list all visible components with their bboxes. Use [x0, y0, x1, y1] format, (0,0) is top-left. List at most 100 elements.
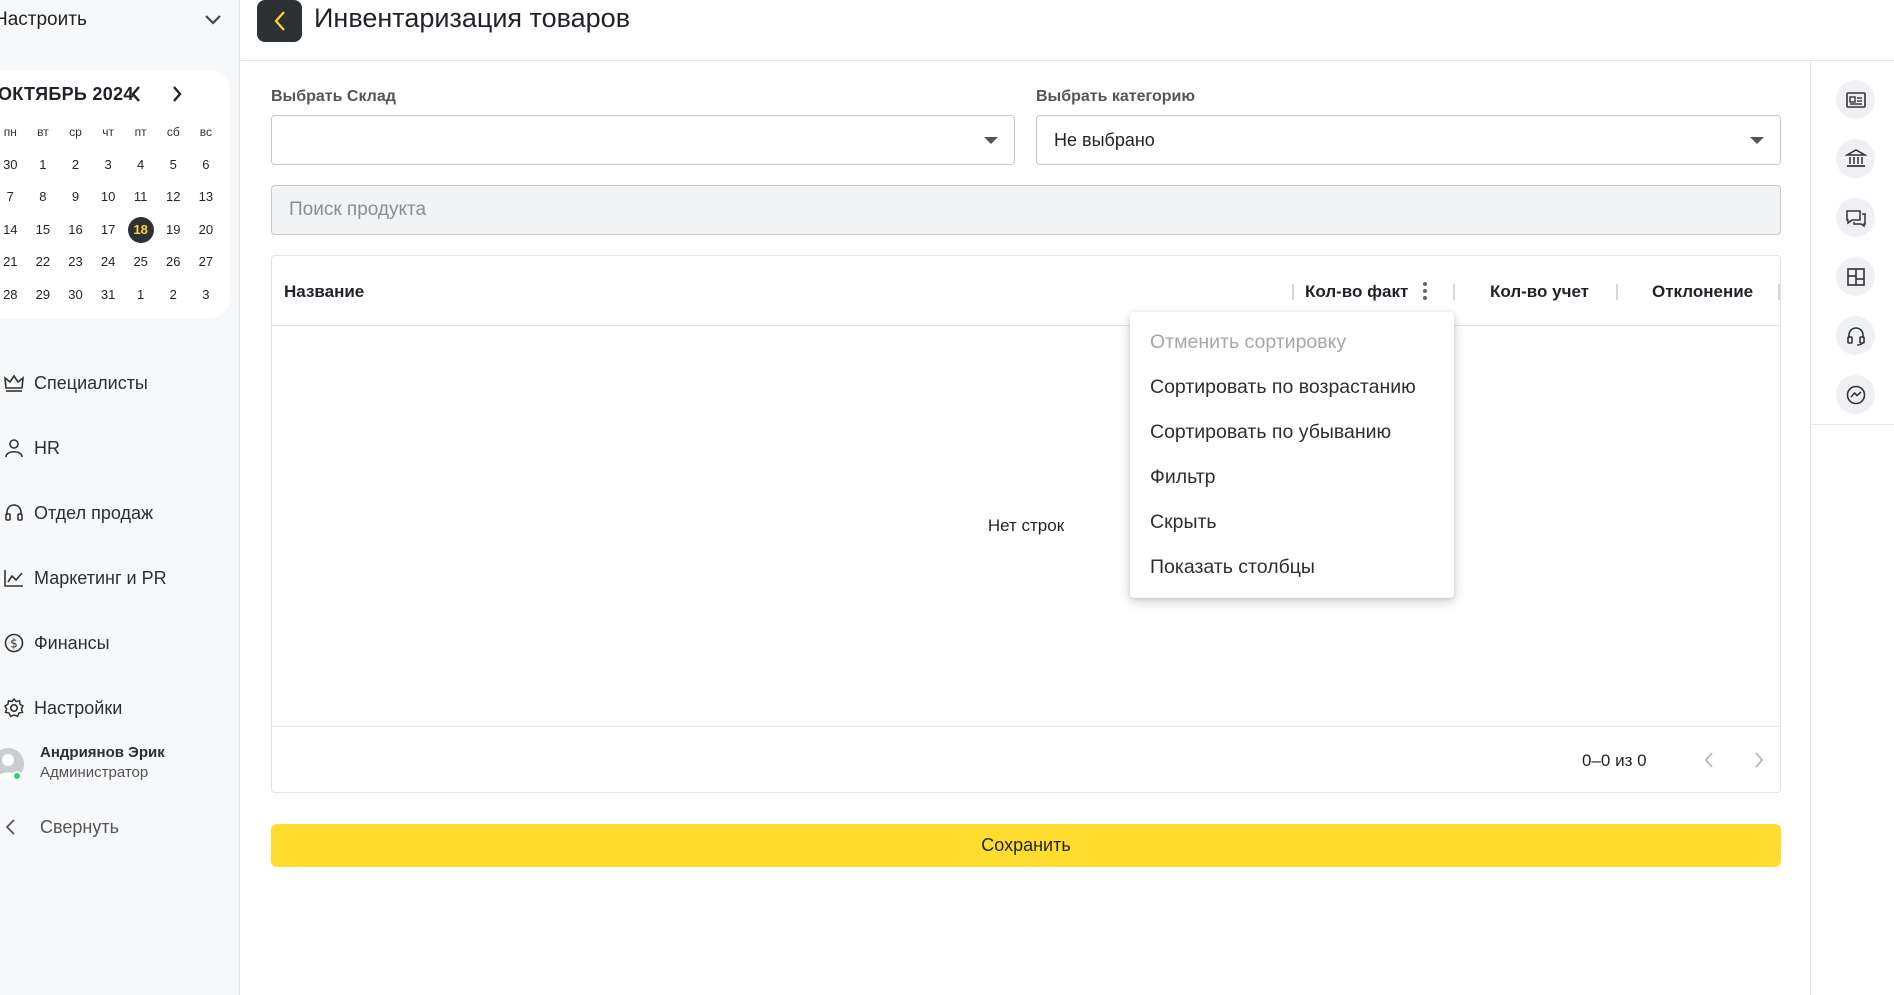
product-search-input[interactable] [271, 185, 1781, 235]
column-header-qty-fact[interactable]: Кол-во факт [1305, 282, 1408, 302]
user-profile[interactable]: Андриянов Эрик Администратор [0, 740, 230, 786]
column-separator[interactable] [1292, 284, 1294, 300]
calendar-day[interactable]: 1 [27, 152, 60, 178]
calendar-day[interactable]: 9 [59, 184, 92, 210]
calendar-day[interactable]: 4 [124, 152, 157, 178]
chevron-right-icon [173, 86, 182, 102]
sidebar-item-label: Маркетинг и PR [34, 567, 167, 588]
sidebar-item-4[interactable]: $ Финансы [0, 626, 230, 660]
avatar [0, 744, 26, 782]
calendar-day[interactable]: 31 [92, 282, 125, 308]
id-card-icon [1845, 91, 1866, 108]
calendar-day[interactable]: 2 [59, 152, 92, 178]
chevron-left-icon [131, 86, 140, 102]
next-page-button[interactable] [1746, 747, 1772, 773]
back-button[interactable] [257, 0, 302, 42]
user-icon [0, 434, 28, 462]
calendar-day[interactable]: 6 [190, 152, 223, 178]
calendar-week: 21 22 23 24 25 26 27 [0, 246, 224, 279]
calendar-day[interactable]: 25 [124, 249, 157, 275]
messenger-button[interactable] [1836, 375, 1875, 414]
bank-button[interactable] [1836, 139, 1875, 178]
column-separator[interactable] [1778, 284, 1780, 300]
calendar-day[interactable]: 14 [0, 217, 27, 243]
calendar-day[interactable]: 5 [157, 152, 190, 178]
calendar-day[interactable]: 3 [190, 282, 223, 308]
calendar-next-button[interactable] [166, 82, 188, 106]
column-header-name[interactable]: Название [284, 282, 364, 302]
online-status-dot [12, 771, 22, 781]
support-button[interactable] [1836, 316, 1875, 355]
sidebar-item-5[interactable]: Настройки [0, 691, 230, 725]
calendar-day[interactable]: 8 [27, 184, 60, 210]
calendar-weekday: ср [69, 125, 82, 140]
warehouse-label: Выбрать Склад [271, 88, 396, 105]
sidebar-item-3[interactable]: Маркетинг и PR [0, 561, 230, 595]
board-button[interactable] [1836, 257, 1875, 296]
headset-icon [1846, 326, 1865, 346]
category-select[interactable]: Не выбрано [1036, 115, 1781, 165]
calendar-week: 14 15 16 17 18 19 20 [0, 214, 224, 247]
chat-button[interactable] [1836, 198, 1875, 237]
sidebar-item-label: HR [34, 437, 60, 458]
calendar-day[interactable]: 24 [92, 249, 125, 275]
calendar-day[interactable]: 30 [59, 282, 92, 308]
sidebar-item-1[interactable]: HR [0, 431, 230, 465]
calendar-day[interactable]: 2 [157, 282, 190, 308]
table-header: Название Кол-во факт Кол-во учет Отклоне… [272, 256, 1780, 326]
column-header-qty-account[interactable]: Кол-во учет [1490, 282, 1589, 302]
calendar-day[interactable]: 17 [92, 217, 125, 243]
calendar-day[interactable]: 29 [27, 282, 60, 308]
collapse-sidebar-button[interactable]: Свернуть [0, 812, 230, 842]
column-menu-item-5[interactable]: Показать столбцы [1130, 545, 1454, 590]
calendar-day[interactable]: 11 [124, 184, 157, 210]
calendar-day[interactable]: 26 [157, 249, 190, 275]
save-button[interactable]: Сохранить [271, 824, 1781, 867]
calendar-day[interactable]: 30 [0, 152, 27, 178]
calendar-day[interactable]: 28 [0, 282, 27, 308]
calendar-day[interactable]: 13 [190, 184, 223, 210]
board-icon [1846, 267, 1865, 286]
setup-dropdown[interactable]: Настроить [0, 6, 230, 34]
chevron-down-icon [205, 15, 221, 25]
calendar-day[interactable]: 10 [92, 184, 125, 210]
calendar-prev-button[interactable] [125, 82, 147, 106]
calendar-weekday: вс [199, 125, 212, 140]
messenger-icon [1846, 385, 1865, 404]
calendar-day[interactable]: 21 [0, 249, 27, 275]
bank-icon [1844, 148, 1867, 167]
calendar-grid: пн вт ср чт пт сб вс 30 1 2 3 4 5 6 7 8 9 10 11 12 13 14 15 16 1… [0, 116, 224, 311]
calendar-day[interactable]: 27 [190, 249, 223, 275]
dropdown-arrow-icon [984, 137, 998, 144]
calendar-day[interactable]: 16 [59, 217, 92, 243]
warehouse-select[interactable] [271, 115, 1015, 165]
calendar-day-today[interactable]: 18 [124, 216, 157, 243]
column-header-deviation[interactable]: Отклонение [1652, 282, 1753, 302]
chevron-left-icon [274, 11, 285, 31]
id-card-button[interactable] [1836, 80, 1875, 119]
calendar-day[interactable]: 20 [190, 217, 223, 243]
column-menu-button[interactable] [1415, 280, 1435, 302]
column-menu-item-3[interactable]: Фильтр [1130, 455, 1454, 500]
column-separator[interactable] [1453, 284, 1455, 300]
calendar-day[interactable]: 22 [27, 249, 60, 275]
page-title: Инвентаризация товаров [314, 3, 631, 33]
crown-icon [0, 369, 28, 397]
column-menu-item-4[interactable]: Скрыть [1130, 500, 1454, 545]
sidebar-item-2[interactable]: Отдел продаж [0, 496, 230, 530]
chevron-left-icon [1704, 752, 1713, 768]
prev-page-button[interactable] [1696, 747, 1722, 773]
column-menu-item-2[interactable]: Сортировать по убыванию [1130, 410, 1454, 455]
inventory-table: Название Кол-во факт Кол-во учет Отклоне… [271, 255, 1781, 793]
column-menu-item-1[interactable]: Сортировать по возрастанию [1130, 365, 1454, 410]
sidebar-item-0[interactable]: Специалисты [0, 366, 230, 400]
calendar-day[interactable]: 19 [157, 217, 190, 243]
dollar-circle-icon: $ [0, 629, 28, 657]
calendar-day[interactable]: 23 [59, 249, 92, 275]
column-separator[interactable] [1616, 284, 1618, 300]
calendar-day[interactable]: 7 [0, 184, 27, 210]
calendar-day[interactable]: 15 [27, 217, 60, 243]
calendar-day[interactable]: 1 [124, 282, 157, 308]
calendar-day[interactable]: 3 [92, 152, 125, 178]
calendar-day[interactable]: 12 [157, 184, 190, 210]
